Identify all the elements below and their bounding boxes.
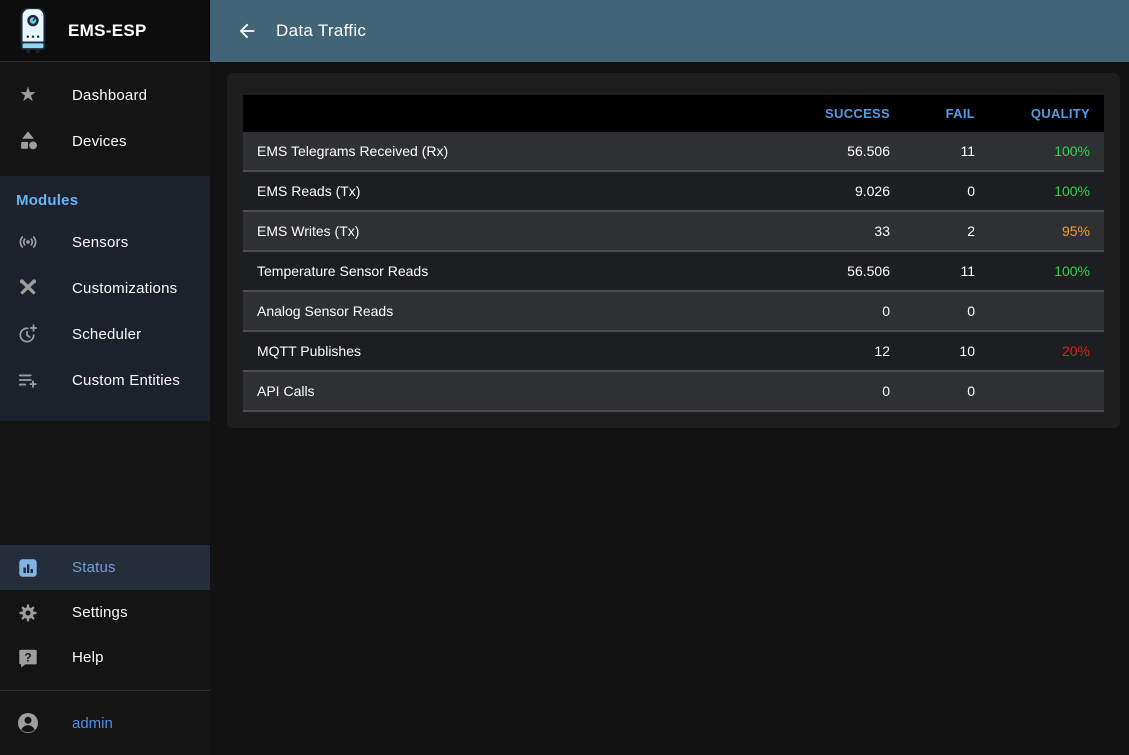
svg-text:?: ?: [24, 650, 31, 664]
row-success-value: 0: [784, 371, 904, 411]
column-header-quality: QUALITY: [989, 95, 1104, 132]
sidebar-item-dashboard[interactable]: ★ Dashboard: [0, 72, 210, 118]
nav-bottom: Status Settings ?: [0, 545, 210, 755]
appbar: Data Traffic: [210, 0, 1129, 62]
row-quality-value: 95%: [989, 211, 1104, 251]
row-quality-value: 100%: [989, 171, 1104, 211]
sidebar-item-status[interactable]: Status: [0, 545, 210, 590]
row-fail-value: 0: [904, 371, 989, 411]
row-quality-value: 100%: [989, 132, 1104, 171]
category-icon: [16, 129, 40, 153]
row-fail-value: 0: [904, 291, 989, 331]
clock-plus-icon: [16, 322, 40, 346]
column-header-success: SUCCESS: [784, 95, 904, 132]
sidebar-item-sensors[interactable]: Sensors: [0, 219, 210, 265]
tools-icon: [16, 276, 40, 300]
sidebar-item-label: Sensors: [72, 234, 128, 251]
column-header-name: [243, 95, 784, 132]
table-row: EMS Reads (Tx) 9.026 0 100%: [243, 171, 1104, 211]
table-header: SUCCESS FAIL QUALITY: [243, 95, 1104, 132]
row-label: EMS Writes (Tx): [243, 211, 784, 251]
row-fail-value: 11: [904, 251, 989, 291]
row-label: EMS Telegrams Received (Rx): [243, 132, 784, 171]
row-quality-value: [989, 291, 1104, 331]
table-row: EMS Writes (Tx) 33 2 95%: [243, 211, 1104, 251]
star-icon: ★: [16, 83, 40, 107]
row-success-value: 56.506: [784, 132, 904, 171]
help-icon: ?: [16, 646, 40, 670]
row-success-value: 0: [784, 291, 904, 331]
row-success-value: 56.506: [784, 251, 904, 291]
antenna-icon: [16, 230, 40, 254]
app-title: EMS-ESP: [68, 21, 147, 41]
row-label: API Calls: [243, 371, 784, 411]
sidebar: EMS-ESP ★ Dashboard Devices Modules: [0, 0, 210, 755]
modules-section-title: Modules: [0, 178, 210, 219]
sidebar-item-customizations[interactable]: Customizations: [0, 265, 210, 311]
account-circle-icon: [16, 711, 40, 735]
sidebar-item-custom-entities[interactable]: Custom Entities: [0, 357, 210, 403]
analytics-icon: [16, 556, 40, 580]
row-success-value: 33: [784, 211, 904, 251]
playlist-add-icon: [16, 368, 40, 392]
row-label: Temperature Sensor Reads: [243, 251, 784, 291]
row-label: Analog Sensor Reads: [243, 291, 784, 331]
sidebar-item-scheduler[interactable]: Scheduler: [0, 311, 210, 357]
row-fail-value: 11: [904, 132, 989, 171]
app-header: EMS-ESP: [0, 0, 210, 62]
sidebar-item-label: Status: [72, 559, 116, 576]
modules-section: Modules Sensors: [0, 176, 210, 421]
data-traffic-table: SUCCESS FAIL QUALITY EMS Telegrams Recei…: [243, 95, 1104, 412]
sidebar-item-label: Help: [72, 649, 104, 666]
row-success-value: 12: [784, 331, 904, 371]
sidebar-item-label: Dashboard: [72, 87, 147, 104]
row-quality-value: 20%: [989, 331, 1104, 371]
username-label: admin: [72, 715, 113, 732]
row-quality-value: 100%: [989, 251, 1104, 291]
main-area: Data Traffic SUCCESS FAIL QUALITY EMS Te…: [210, 0, 1129, 755]
sidebar-item-label: Custom Entities: [72, 372, 180, 389]
table-row: Temperature Sensor Reads 56.506 11 100%: [243, 251, 1104, 291]
back-button[interactable]: [234, 18, 260, 44]
sidebar-item-help[interactable]: ? Help: [0, 635, 210, 680]
row-fail-value: 10: [904, 331, 989, 371]
table-row: EMS Telegrams Received (Rx) 56.506 11 10…: [243, 132, 1104, 171]
column-header-fail: FAIL: [904, 95, 989, 132]
traffic-table-body: EMS Telegrams Received (Rx) 56.506 11 10…: [243, 132, 1104, 411]
table-row: Analog Sensor Reads 0 0: [243, 291, 1104, 331]
row-fail-value: 0: [904, 171, 989, 211]
content: SUCCESS FAIL QUALITY EMS Telegrams Recei…: [210, 62, 1129, 755]
data-traffic-panel: SUCCESS FAIL QUALITY EMS Telegrams Recei…: [227, 73, 1120, 428]
nav-main: ★ Dashboard Devices: [0, 62, 210, 176]
row-success-value: 9.026: [784, 171, 904, 211]
sidebar-item-admin[interactable]: admin: [0, 691, 210, 755]
sidebar-item-label: Customizations: [72, 280, 177, 297]
row-quality-value: [989, 371, 1104, 411]
sidebar-item-settings[interactable]: Settings: [0, 590, 210, 635]
ems-esp-logo-icon: [14, 8, 52, 54]
sidebar-item-label: Settings: [72, 604, 128, 621]
sidebar-spacer: [0, 421, 210, 545]
table-row: API Calls 0 0: [243, 371, 1104, 411]
row-label: MQTT Publishes: [243, 331, 784, 371]
back-arrow-icon: [236, 20, 258, 42]
page-title: Data Traffic: [276, 21, 366, 41]
row-fail-value: 2: [904, 211, 989, 251]
row-label: EMS Reads (Tx): [243, 171, 784, 211]
table-row: MQTT Publishes 12 10 20%: [243, 331, 1104, 371]
sidebar-item-label: Devices: [72, 133, 127, 150]
sidebar-item-label: Scheduler: [72, 326, 141, 343]
gear-icon: [16, 601, 40, 625]
sidebar-item-devices[interactable]: Devices: [0, 118, 210, 164]
